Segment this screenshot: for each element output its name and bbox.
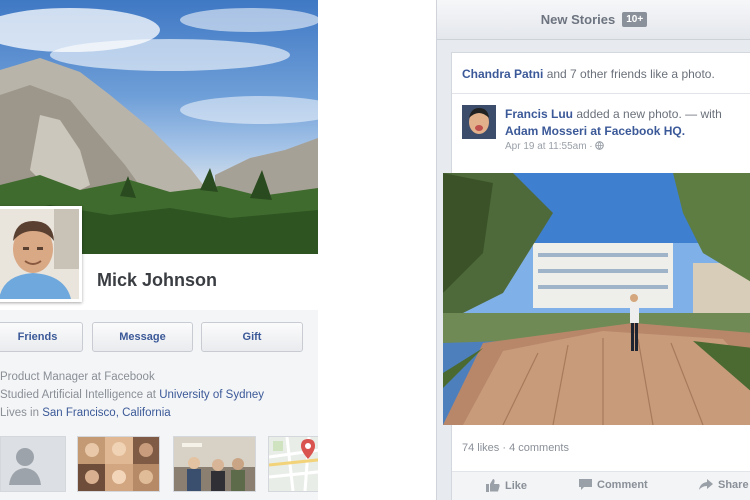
share-label: Share (718, 479, 749, 491)
thumb-photos[interactable] (173, 436, 256, 492)
city-link[interactable]: San Francisco, California (42, 407, 170, 419)
share-button[interactable]: Share (699, 479, 749, 491)
like-button[interactable]: Like (486, 479, 527, 492)
post-timestamp[interactable]: Apr 19 at 11:55am · (505, 141, 593, 152)
social-context: Chandra Patni and 7 other friends like a… (462, 67, 715, 81)
like-icon (486, 479, 500, 492)
profile-screen: Mick Johnson Friends Message Gift Produc… (0, 0, 318, 500)
gift-button[interactable]: Gift (201, 322, 303, 352)
globe-icon (595, 141, 605, 150)
about-section: Product Manager at Facebook Studied Arti… (0, 368, 264, 422)
comment-label: Comment (597, 479, 648, 491)
divider (452, 93, 750, 94)
share-icon (699, 479, 713, 490)
post-meta: Apr 19 at 11:55am · (505, 141, 605, 152)
post-action-text: added a new photo. — with (573, 107, 722, 121)
new-stories-bar[interactable]: New Stories 10+ (437, 0, 750, 40)
profile-actions: Friends Message Gift (0, 322, 310, 354)
comment-icon (579, 479, 592, 490)
school-link[interactable]: University of Sydney (159, 389, 264, 401)
screenshot: Mick Johnson Friends Message Gift Produc… (0, 0, 750, 500)
thumb-map[interactable] (268, 436, 318, 492)
thumb-profile-picture[interactable] (0, 436, 66, 492)
map-pin-icon (301, 439, 315, 459)
about-location: Lives in San Francisco, California (0, 404, 264, 422)
like-label: Like (505, 479, 528, 492)
news-feed-screen: New Stories 10+ Chandra Patni and 7 othe… (436, 0, 750, 500)
action-bar: Like Comment Share (452, 471, 750, 500)
comment-button[interactable]: Comment (579, 479, 648, 491)
social-actor-link[interactable]: Chandra Patni (462, 67, 543, 81)
tagged-link[interactable]: Adam Mosseri at Facebook HQ. (505, 124, 685, 138)
profile-thumbnails (0, 436, 318, 492)
post-header: Francis Luu added a new photo. — with Ad… (505, 106, 749, 140)
message-button[interactable]: Message (92, 322, 193, 352)
profile-avatar[interactable] (0, 206, 82, 302)
friends-button[interactable]: Friends (0, 322, 83, 352)
about-job: Product Manager at Facebook (0, 371, 155, 383)
new-stories-badge: 10+ (622, 12, 648, 27)
person-silhouette-icon (9, 448, 41, 485)
story-card: Chandra Patni and 7 other friends like a… (443, 52, 750, 500)
profile-name: Mick Johnson (97, 270, 218, 290)
poster-avatar[interactable] (462, 105, 496, 139)
post-stats[interactable]: 74 likes · 4 comments (462, 442, 569, 454)
about-education-prefix: Studied Artificial Intelligence at (0, 389, 160, 401)
thumb-friends[interactable] (77, 436, 160, 492)
poster-name-link[interactable]: Francis Luu (505, 107, 573, 121)
about-location-prefix: Lives in (0, 407, 43, 419)
social-context-text: and 7 other friends like a photo. (543, 67, 715, 81)
new-stories-label: New Stories (540, 12, 616, 27)
story-photo[interactable] (443, 173, 750, 425)
about-education: Studied Artificial Intelligence at Unive… (0, 386, 264, 404)
